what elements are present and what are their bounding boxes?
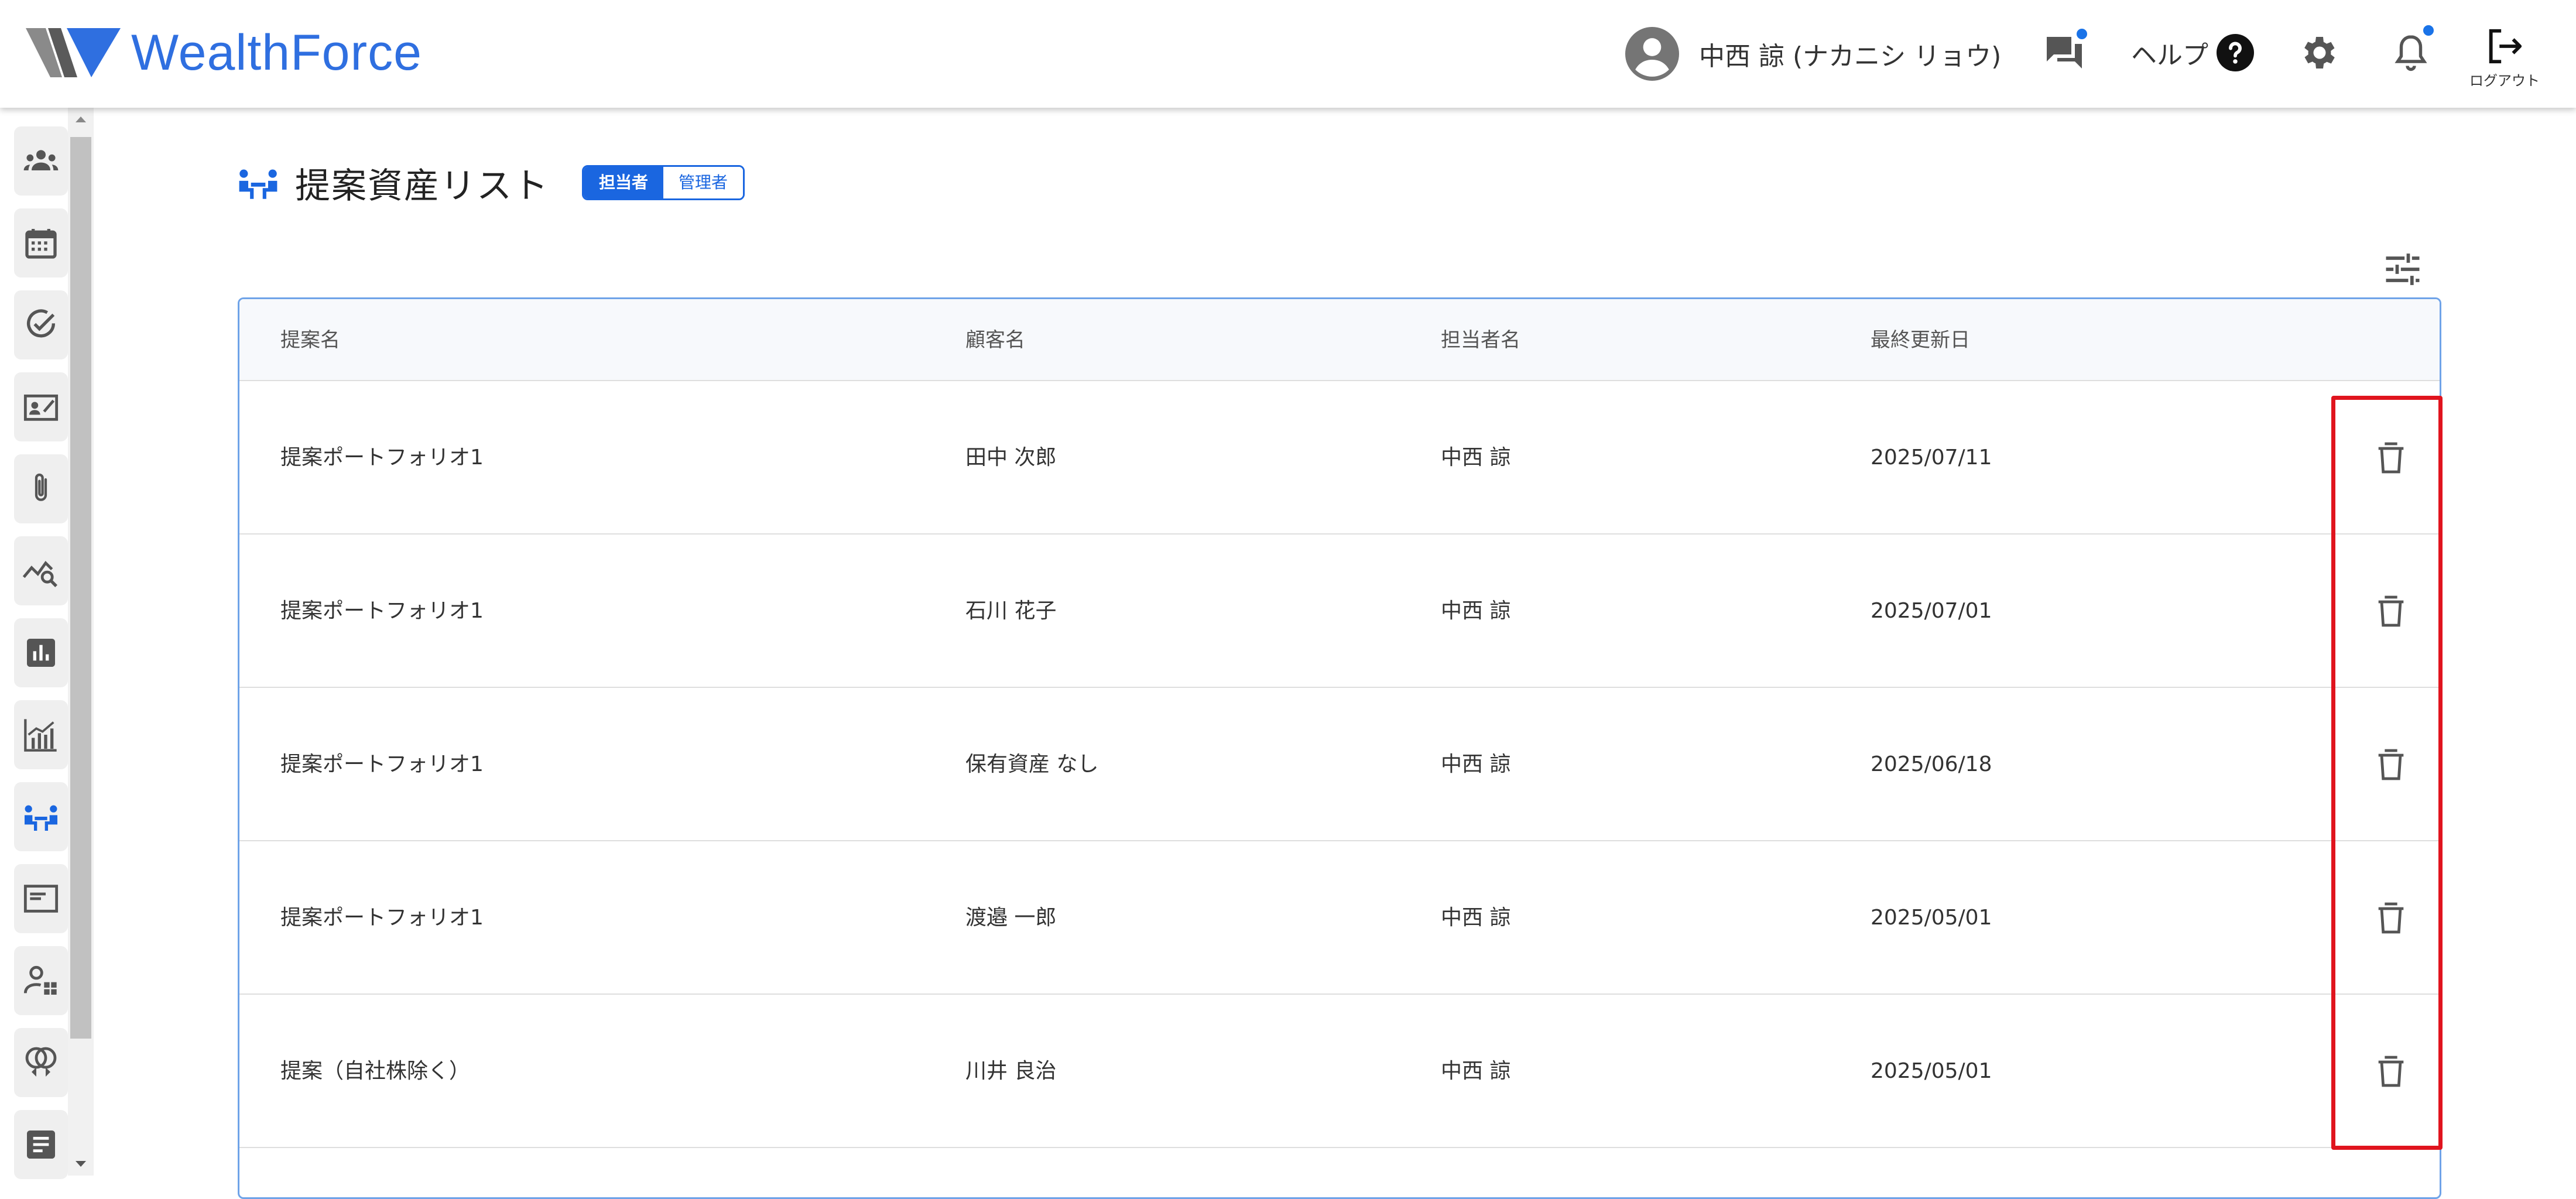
trash-icon <box>2378 902 2404 934</box>
delete-button[interactable] <box>2366 587 2416 636</box>
delete-button[interactable] <box>2366 740 2416 789</box>
sidebar-item-users[interactable] <box>14 946 68 1015</box>
people-group-icon <box>23 150 59 170</box>
help-label: ヘルプ <box>2131 40 2208 70</box>
cell-customer-name: 川井 良治 <box>965 1059 1057 1083</box>
cell-proposal-name[interactable]: 提案ポートフォリオ1 <box>280 841 484 995</box>
role-toggle: 担当者 管理者 <box>582 165 745 200</box>
table-row[interactable]: 提案ポートフォリオ1 石川 花子 中西 諒 2025/07/01 <box>239 535 2440 688</box>
user-menu[interactable]: 中西 諒 (ナカニシ リョウ) <box>1625 26 2001 82</box>
column-header-owner-name[interactable]: 担当者名 <box>1441 299 1520 381</box>
trash-icon <box>2378 442 2404 474</box>
sidebar-item-tasks[interactable] <box>14 290 68 359</box>
note-icon <box>27 1131 55 1159</box>
cell-last-updated: 2025/05/01 <box>1871 1059 1992 1083</box>
table-header: 提案名 顧客名 担当者名 最終更新日 <box>239 299 2440 381</box>
logout-label: ログアウト <box>2469 73 2540 89</box>
cell-owner-name: 中西 諒 <box>1441 446 1511 470</box>
cell-proposal-name[interactable]: 提案ポートフォリオ1 <box>280 381 484 535</box>
table-row[interactable]: 提案ポートフォリオ1 保有資産 なし 中西 諒 2025/06/18 <box>239 688 2440 841</box>
sidebar-item-notes[interactable] <box>14 1110 68 1179</box>
role-tab-admin[interactable]: 管理者 <box>663 167 744 198</box>
cell-last-updated: 2025/07/01 <box>1871 599 1992 623</box>
chart-search-icon <box>22 560 58 588</box>
help-icon <box>2217 34 2254 71</box>
bell-icon <box>2395 35 2427 71</box>
sidebar-item-proposals[interactable] <box>14 782 68 851</box>
sidebar-item-contacts[interactable] <box>14 372 68 441</box>
cell-last-updated: 2025/05/01 <box>1871 906 1992 930</box>
logo-text: WealthForce <box>131 25 422 81</box>
sidebar-item-matching[interactable] <box>14 1028 68 1097</box>
wealthforce-logo-icon <box>26 28 121 77</box>
trash-icon <box>2378 749 2404 780</box>
proposal-table: 提案名 顧客名 担当者名 最終更新日 提案ポートフォリオ1 田中 次郎 中西 諒… <box>238 297 2441 1199</box>
notification-dot <box>2421 23 2435 37</box>
cell-proposal-name[interactable]: 提案ポートフォリオ1 <box>280 535 484 688</box>
user-avatar-icon <box>1625 27 1679 81</box>
logout-button[interactable]: ログアウト <box>2465 26 2544 96</box>
user-dashboard-icon <box>23 965 57 995</box>
cell-owner-name: 中西 諒 <box>1441 906 1511 930</box>
trash-icon <box>2378 1056 2404 1087</box>
cell-customer-name: 保有資産 なし <box>965 752 1099 776</box>
logout-icon <box>2489 29 2522 64</box>
table-row[interactable]: 提案（自社株除く） 川井 良治 中西 諒 2025/05/01 <box>239 995 2440 1148</box>
user-name: 中西 諒 (ナカニシ リョウ) <box>1699 42 2002 71</box>
cell-owner-name: 中西 諒 <box>1441 752 1511 776</box>
notifications-button[interactable] <box>2386 23 2435 77</box>
cell-last-updated: 2025/07/11 <box>1871 446 1992 470</box>
sidebar <box>0 108 94 1179</box>
cell-owner-name: 中西 諒 <box>1441 599 1511 623</box>
contact-card-icon <box>23 394 59 421</box>
bar-chart-icon <box>27 639 55 667</box>
scroll-up-arrow-icon[interactable] <box>68 108 94 131</box>
sidebar-item-attachments[interactable] <box>14 454 68 523</box>
document-window-icon <box>23 885 59 913</box>
cell-owner-name: 中西 諒 <box>1441 1059 1511 1083</box>
sidebar-item-analysis[interactable] <box>14 536 68 605</box>
chat-notification-dot <box>2075 27 2089 41</box>
calendar-icon <box>25 229 57 259</box>
table-row[interactable]: 提案ポートフォリオ1 渡邉 一郎 中西 諒 2025/05/01 <box>239 841 2440 995</box>
sidebar-item-reports[interactable] <box>14 618 68 687</box>
app-header: WealthForce 中西 諒 (ナカニシ リョウ) ヘルプ ログアウト <box>0 0 2576 108</box>
page-header: 提案資産リスト 担当者 管理者 <box>237 158 745 207</box>
column-header-customer-name[interactable]: 顧客名 <box>965 299 1025 381</box>
line-bar-chart-icon <box>24 719 57 752</box>
cell-customer-name: 石川 花子 <box>965 599 1057 623</box>
delete-button[interactable] <box>2366 433 2416 482</box>
gear-icon <box>2304 37 2335 68</box>
sidebar-item-performance[interactable] <box>14 700 68 769</box>
cell-last-updated: 2025/06/18 <box>1871 752 1992 776</box>
scrollbar-thumb[interactable] <box>70 137 91 1039</box>
delete-button[interactable] <box>2366 1047 2416 1096</box>
column-header-last-updated[interactable]: 最終更新日 <box>1871 299 1970 381</box>
rings-icon <box>25 1047 57 1077</box>
trash-icon <box>2378 595 2404 627</box>
role-tab-owner[interactable]: 担当者 <box>584 167 664 198</box>
chat-button[interactable] <box>2040 27 2089 77</box>
table-row[interactable]: 提案ポートフォリオ1 田中 次郎 中西 諒 2025/07/11 <box>239 381 2440 535</box>
proposal-meeting-icon <box>25 805 57 831</box>
paperclip-icon <box>35 473 47 501</box>
sidebar-item-calendar[interactable] <box>14 208 68 278</box>
logo[interactable]: WealthForce <box>26 23 422 82</box>
delete-button[interactable] <box>2366 893 2416 943</box>
sidebar-item-documents[interactable] <box>14 864 68 933</box>
scroll-down-arrow-icon[interactable] <box>68 1152 94 1176</box>
cell-proposal-name[interactable]: 提案ポートフォリオ1 <box>280 688 484 841</box>
cell-customer-name: 田中 次郎 <box>965 446 1057 470</box>
column-settings-icon[interactable] <box>2380 247 2425 292</box>
help-button[interactable]: ヘルプ <box>2131 29 2254 76</box>
settings-button[interactable] <box>2295 28 2344 77</box>
check-circle-icon <box>27 309 56 338</box>
cell-customer-name: 渡邉 一郎 <box>965 906 1057 930</box>
page-title: 提案資産リスト <box>295 165 549 207</box>
sidebar-item-customers[interactable] <box>14 126 68 196</box>
cell-proposal-name[interactable]: 提案（自社株除く） <box>280 995 470 1148</box>
sidebar-scrollbar[interactable] <box>68 108 94 1176</box>
proposal-meeting-icon <box>239 169 278 199</box>
column-header-proposal-name[interactable]: 提案名 <box>280 299 340 381</box>
